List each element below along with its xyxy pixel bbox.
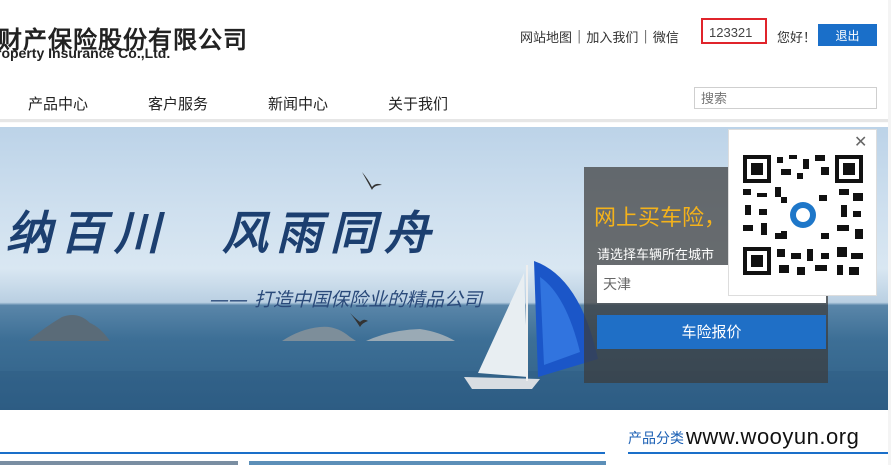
username-display: 123321 bbox=[701, 18, 767, 44]
quote-panel-title: 网上买车险， bbox=[594, 206, 727, 231]
product-category-title[interactable]: 产品分类 bbox=[628, 428, 684, 448]
close-icon[interactable]: ✕ bbox=[854, 134, 867, 150]
company-logo-en: roperty Insurance Co.,Ltd. bbox=[0, 45, 171, 61]
content-divider bbox=[0, 452, 605, 454]
banner-tagline: —— 打造中国保险业的精品公司 bbox=[210, 289, 483, 311]
banner-headline: 纳百川 风雨同舟 bbox=[6, 206, 438, 260]
nav-item-products[interactable]: 产品中心 bbox=[28, 93, 88, 114]
logout-button[interactable]: 退出 bbox=[818, 24, 877, 46]
wechat-link[interactable]: 微信 bbox=[653, 27, 679, 46]
product-thumbnail[interactable] bbox=[0, 461, 238, 465]
link-separator: | bbox=[577, 29, 582, 44]
category-underline bbox=[628, 452, 888, 454]
wechat-qr-popup bbox=[728, 129, 877, 296]
nav-divider-highlight bbox=[0, 122, 891, 123]
sitemap-link[interactable]: 网站地图 bbox=[520, 27, 572, 46]
search-input[interactable] bbox=[694, 87, 877, 109]
nav-item-news[interactable]: 新闻中心 bbox=[268, 93, 328, 114]
link-separator: | bbox=[643, 29, 648, 44]
qr-code-icon bbox=[741, 153, 865, 277]
watermark-text: www.wooyun.org bbox=[686, 424, 860, 449]
nav-item-about[interactable]: 关于我们 bbox=[388, 93, 448, 114]
top-links: 网站地图 | 加入我们 | 微信 bbox=[520, 27, 679, 46]
nav-item-customer-service[interactable]: 客户服务 bbox=[148, 93, 208, 114]
city-select-label: 请选择车辆所在城市 bbox=[597, 248, 715, 263]
join-us-link[interactable]: 加入我们 bbox=[586, 27, 638, 46]
product-thumbnail[interactable] bbox=[249, 461, 606, 465]
greeting-text: 您好！ bbox=[777, 31, 817, 46]
car-insurance-quote-button[interactable]: 车险报价 bbox=[597, 315, 826, 349]
